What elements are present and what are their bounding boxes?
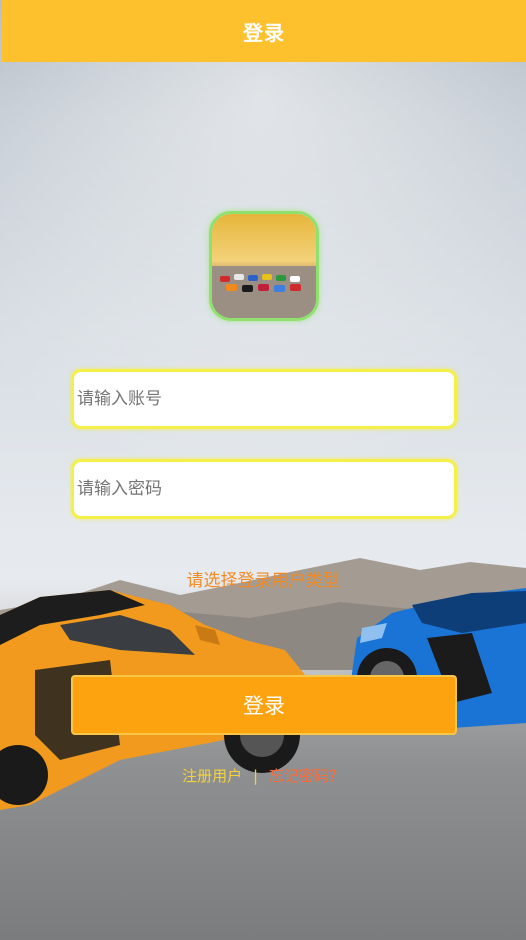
user-type-select-link[interactable]: 请选择登录用户类型 (187, 571, 340, 591)
link-separator: | (252, 767, 259, 785)
username-input[interactable] (74, 372, 454, 426)
auth-links: 注册用户 | 忘记密码？ (0, 765, 526, 786)
sports-cars-logo-icon (209, 211, 319, 321)
user-type-selector: 请选择登录用户类型 (0, 566, 526, 591)
password-input[interactable] (74, 462, 454, 516)
forgot-password-link[interactable]: 忘记密码？ (269, 767, 344, 785)
login-button[interactable]: 登录 (71, 675, 457, 735)
app-header: 登录 (2, 0, 526, 62)
register-link[interactable]: 注册用户 (182, 767, 242, 785)
page-title: 登录 (243, 20, 285, 45)
username-field[interactable] (71, 369, 457, 429)
password-field[interactable] (71, 459, 457, 519)
